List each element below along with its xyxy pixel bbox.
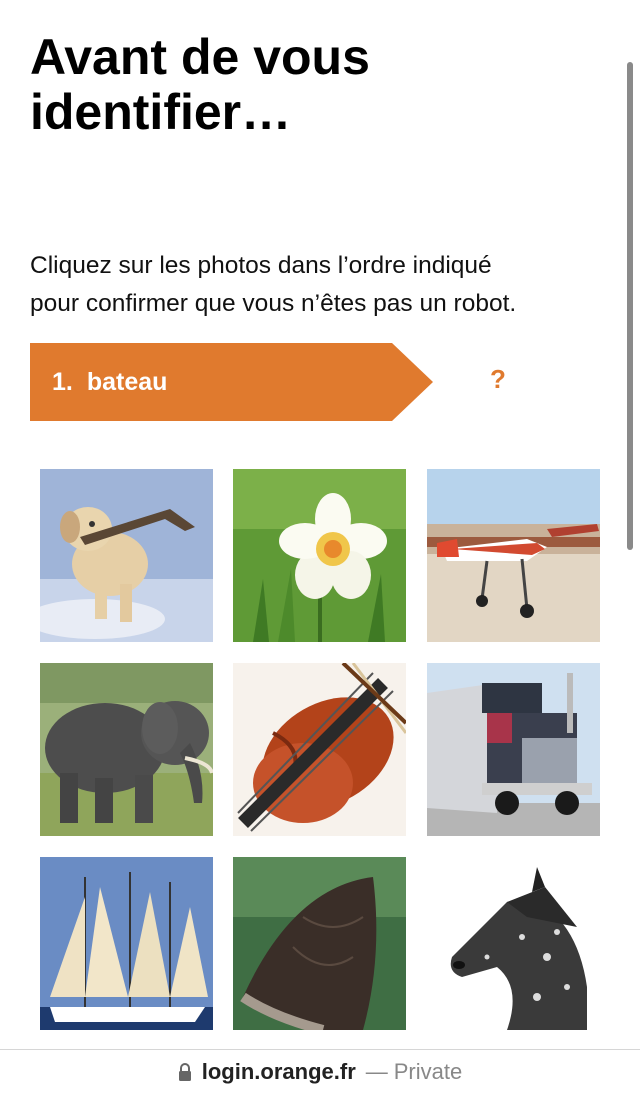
- page-title-line1: Avant de vous: [30, 29, 370, 85]
- private-mode-label: Private: [393, 1058, 463, 1084]
- browser-address-bar[interactable]: login.orange.fr — Private: [0, 1049, 640, 1093]
- vertical-scrollbar[interactable]: [627, 62, 633, 550]
- image-tile-dog[interactable]: [40, 469, 213, 642]
- image-tile-airplane[interactable]: [427, 469, 600, 642]
- address-separator: —: [365, 1058, 388, 1084]
- captcha-page: Avant de vous identifier… Cliquez sur le…: [0, 0, 640, 1093]
- current-step-banner: 1. bateau: [30, 343, 433, 421]
- current-step-label: bateau: [86, 367, 168, 396]
- address-domain: login.orange.fr: [201, 1058, 356, 1084]
- horse-image: [427, 857, 600, 1030]
- image-tile-flower[interactable]: [233, 469, 406, 642]
- violin-image: [233, 663, 406, 836]
- instruction-line2: pour confirmer que vous n’êtes pas un ro…: [30, 290, 517, 317]
- lock-icon: [178, 1062, 191, 1081]
- elephant-image: [40, 663, 213, 836]
- instruction-line1: Cliquez sur les photos dans l’ordre indi…: [30, 252, 492, 279]
- image-tile-violin[interactable]: [233, 663, 406, 836]
- image-tile-elephant[interactable]: [40, 663, 213, 836]
- instruction-text: Cliquez sur les photos dans l’ordre indi…: [30, 247, 620, 323]
- flower-image: [233, 469, 406, 642]
- image-tile-horse[interactable]: [427, 857, 600, 1030]
- page-title: Avant de vous identifier…: [30, 30, 590, 140]
- image-tile-sailboat[interactable]: [40, 857, 213, 1030]
- image-tile-truck[interactable]: [427, 663, 600, 836]
- airplane-image: [427, 469, 600, 642]
- sailboat-image: [40, 857, 213, 1030]
- image-tile-butterfly[interactable]: [233, 857, 406, 1030]
- dog-image: [40, 469, 213, 642]
- truck-image: [427, 663, 600, 836]
- current-step-number: 1.: [52, 367, 73, 396]
- butterfly-image: [233, 857, 406, 1030]
- page-title-line2: identifier…: [30, 84, 292, 140]
- next-step-placeholder: ?: [490, 364, 506, 394]
